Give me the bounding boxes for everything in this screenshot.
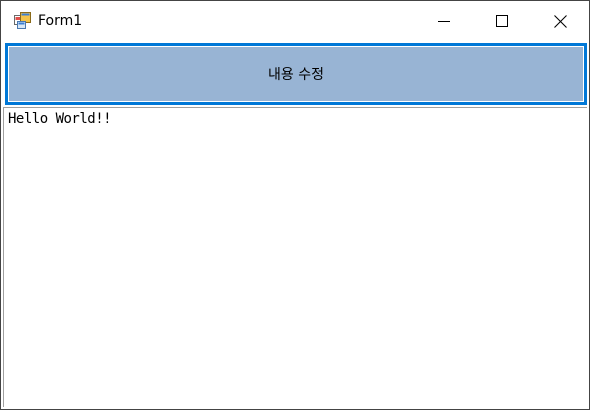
form-window: Form1 내용 수정 Hello World!! xyxy=(0,0,590,410)
close-button[interactable] xyxy=(531,1,589,41)
close-icon xyxy=(553,14,567,28)
app-icon[interactable] xyxy=(14,12,31,29)
minimize-button[interactable] xyxy=(415,1,473,41)
edit-content-button[interactable]: 내용 수정 xyxy=(5,43,587,105)
content-textbox[interactable]: Hello World!! xyxy=(3,107,587,407)
minimize-icon xyxy=(438,21,450,22)
maximize-icon xyxy=(496,15,508,27)
title-bar[interactable]: Form1 xyxy=(1,1,589,41)
window-title: Form1 xyxy=(38,13,83,29)
maximize-button[interactable] xyxy=(473,1,531,41)
content-text: Hello World!! xyxy=(8,111,112,127)
edit-content-button-label: 내용 수정 xyxy=(268,67,324,83)
